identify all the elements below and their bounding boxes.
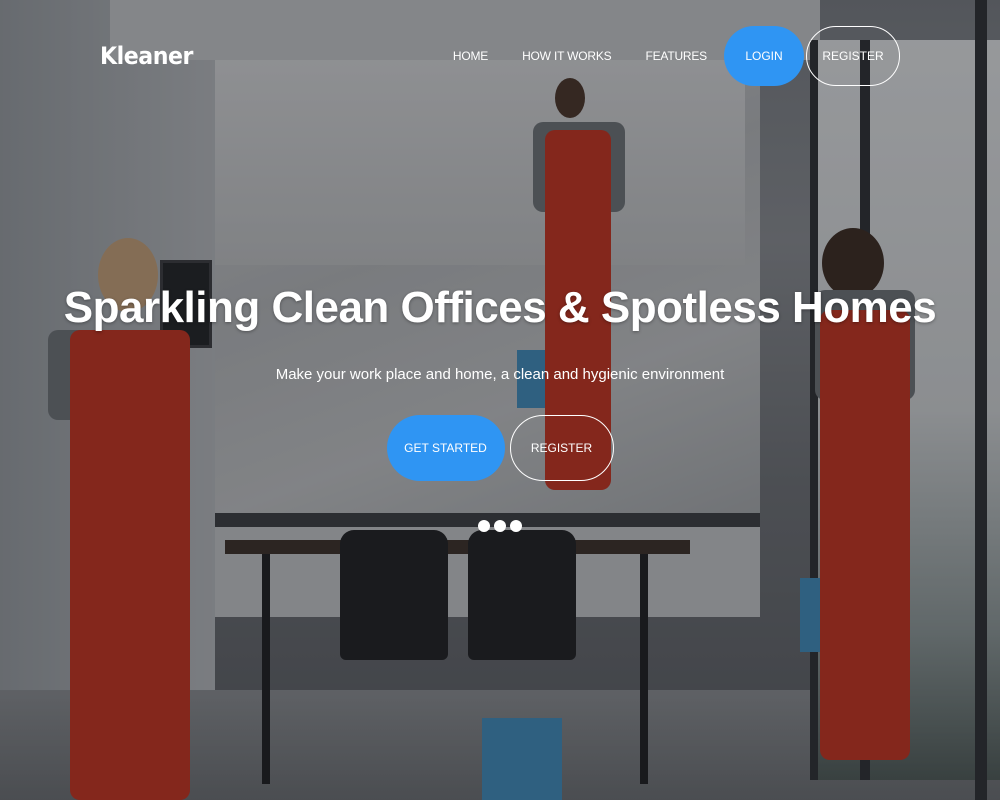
hero-register-button[interactable]: REGISTER <box>509 415 614 481</box>
login-button[interactable]: LOGIN <box>724 26 804 86</box>
get-started-button[interactable]: GET STARTED <box>386 415 505 481</box>
hero-cta-row: GET STARTED REGISTER <box>0 415 1000 481</box>
nav-links: HOME HOW IT WORKS FEATURES LOGIN REGISTE… <box>436 26 900 86</box>
brand-logo[interactable]: Kleaner <box>100 42 193 70</box>
carousel-dot-1[interactable] <box>478 520 490 532</box>
carousel-dot-3[interactable] <box>510 520 522 532</box>
nav-register-button[interactable]: REGISTER <box>806 26 900 86</box>
carousel-indicators <box>0 520 1000 532</box>
hero-subline: Make your work place and home, a clean a… <box>275 366 725 383</box>
nav-link-home[interactable]: HOME <box>453 49 488 63</box>
hero-dark-overlay <box>0 0 1000 800</box>
hero-headline: Sparkling Clean Offices & Spotless Homes <box>63 283 937 332</box>
nav-link-how-it-works[interactable]: HOW IT WORKS <box>522 49 612 63</box>
hero-section: Kleaner HOME HOW IT WORKS FEATURES LOGIN… <box>0 0 1000 800</box>
nav-link-features[interactable]: FEATURES <box>645 49 707 63</box>
carousel-dot-2[interactable] <box>494 520 506 532</box>
top-navbar: Kleaner HOME HOW IT WORKS FEATURES LOGIN… <box>0 0 1000 112</box>
